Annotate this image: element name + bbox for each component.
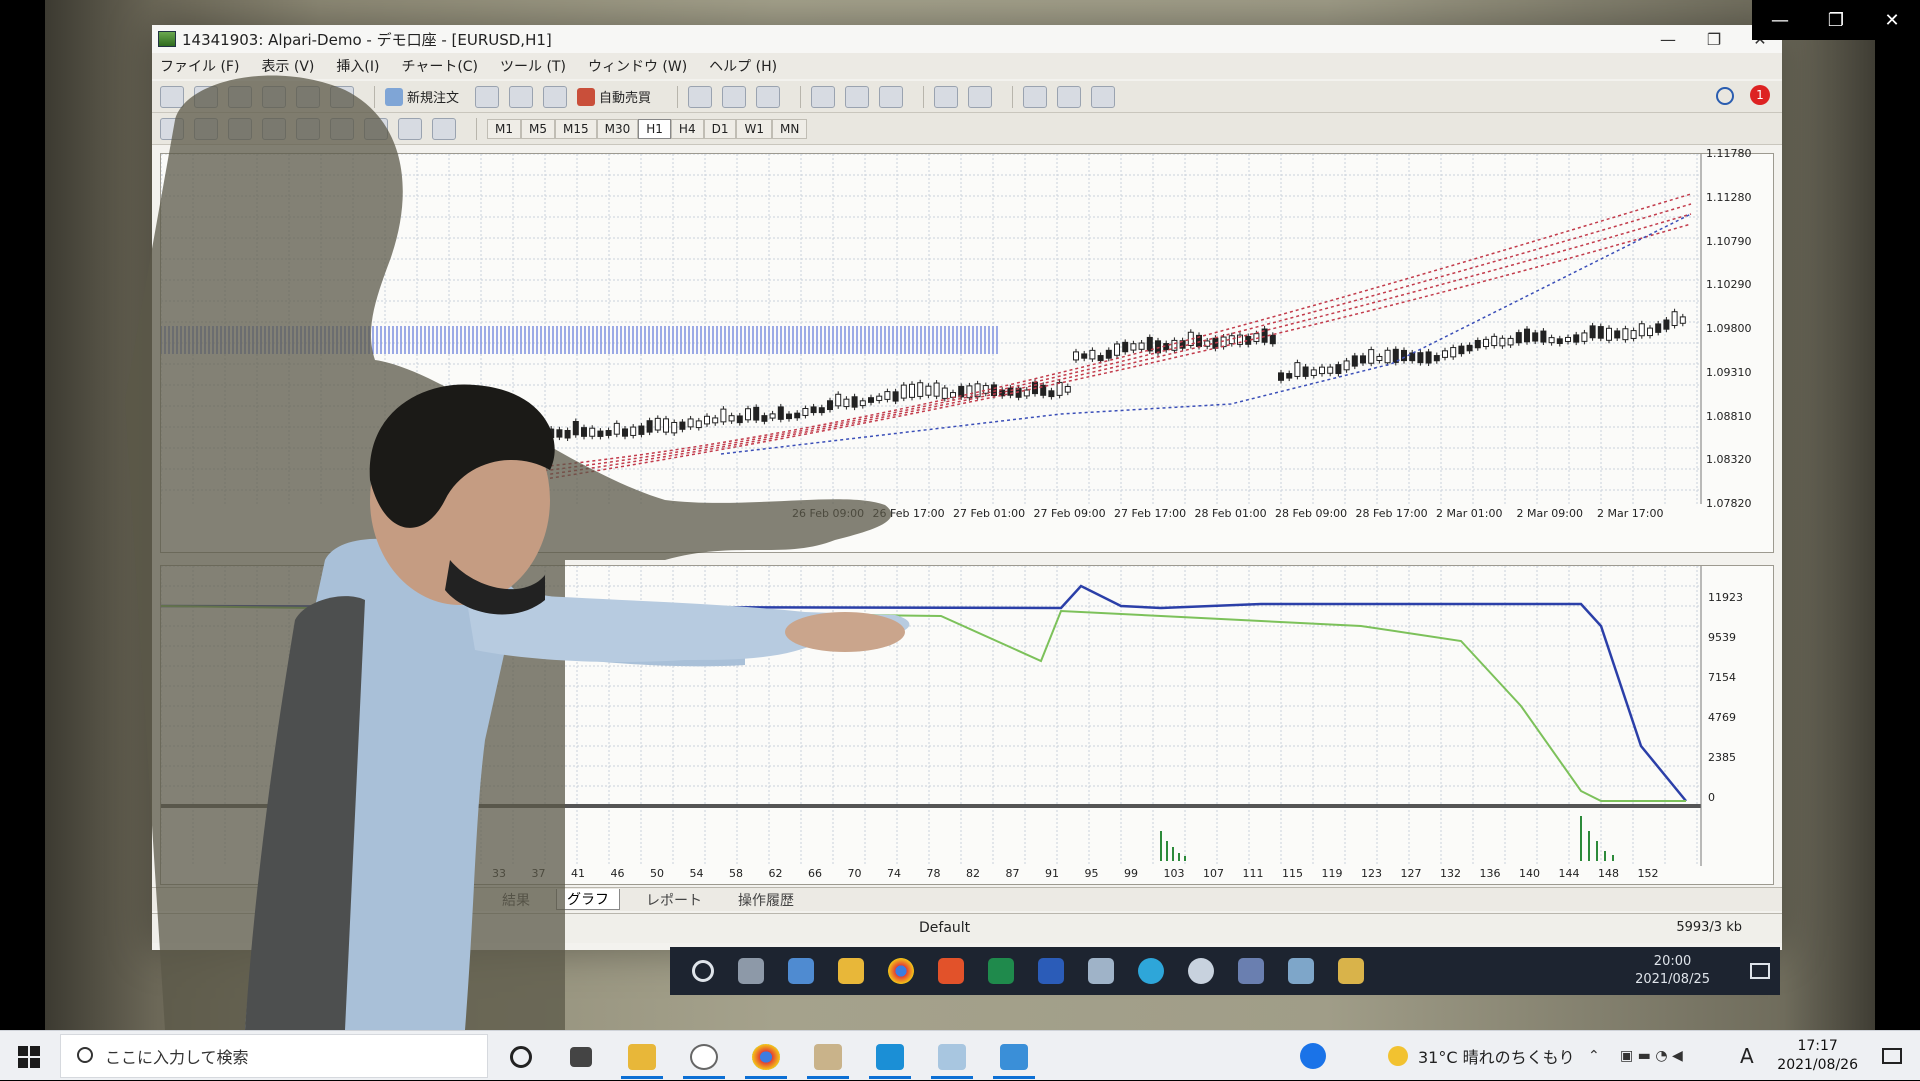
video-frame: 14341903: Alpari-Demo - デモ口座 - [EURUSD,H…: [0, 0, 1920, 1030]
taskbar-app[interactable]: [927, 1035, 977, 1079]
windows-start-icon[interactable]: [18, 1046, 40, 1068]
folder-icon: [628, 1044, 656, 1070]
host-close-button[interactable]: ✕: [1864, 0, 1920, 40]
task-view-button[interactable]: [556, 1035, 606, 1079]
help-icon-button[interactable]: [1300, 1031, 1326, 1081]
clock-app-icon: [690, 1044, 718, 1070]
host-minimize-button[interactable]: —: [1752, 0, 1808, 40]
chrome-icon: [752, 1044, 780, 1070]
projection-screen: 14341903: Alpari-Demo - デモ口座 - [EURUSD,H…: [45, 0, 1875, 1030]
taskbar-photos[interactable]: [989, 1035, 1039, 1079]
task-view-icon: [570, 1047, 592, 1067]
taskbar-video[interactable]: [865, 1035, 915, 1079]
search-icon: [77, 1047, 93, 1063]
ime-indicator[interactable]: A: [1740, 1031, 1754, 1081]
cortana-icon: [510, 1046, 532, 1068]
app-icon: [938, 1044, 966, 1070]
presenter: [125, 75, 910, 1030]
video-player-icon: [876, 1044, 904, 1070]
weather-icon: [1388, 1046, 1408, 1066]
taskbar-clock-app[interactable]: [679, 1035, 729, 1079]
taskbar-chrome[interactable]: [741, 1035, 791, 1079]
weather-widget[interactable]: 31°C 晴れのちくもり: [1388, 1031, 1575, 1081]
paint-icon: [814, 1044, 842, 1070]
taskbar-paint[interactable]: [803, 1035, 853, 1079]
taskbar-clock[interactable]: 17:17 2021/08/26: [1777, 1037, 1858, 1075]
host-restore-button[interactable]: ❐: [1808, 0, 1864, 40]
host-window-controls: — ❐ ✕: [1752, 0, 1920, 40]
help-icon: [1300, 1043, 1326, 1069]
tray-icons[interactable]: ▣ ▬ ◔ ◀: [1620, 1031, 1683, 1081]
taskbar-search-input[interactable]: ここに入力して検索: [60, 1034, 488, 1078]
windows-taskbar: ここに入力して検索 31°C 晴れのちくもり ⌃ ▣ ▬ ◔ ◀ A 17:17…: [0, 1030, 1920, 1080]
photos-icon: [1000, 1044, 1028, 1070]
cortana-button[interactable]: [496, 1035, 546, 1079]
action-center-icon[interactable]: [1882, 1031, 1902, 1081]
search-placeholder: ここに入力して検索: [105, 1048, 249, 1067]
tray-chevron-icon[interactable]: ⌃: [1588, 1031, 1600, 1081]
taskbar-explorer[interactable]: [617, 1035, 667, 1079]
